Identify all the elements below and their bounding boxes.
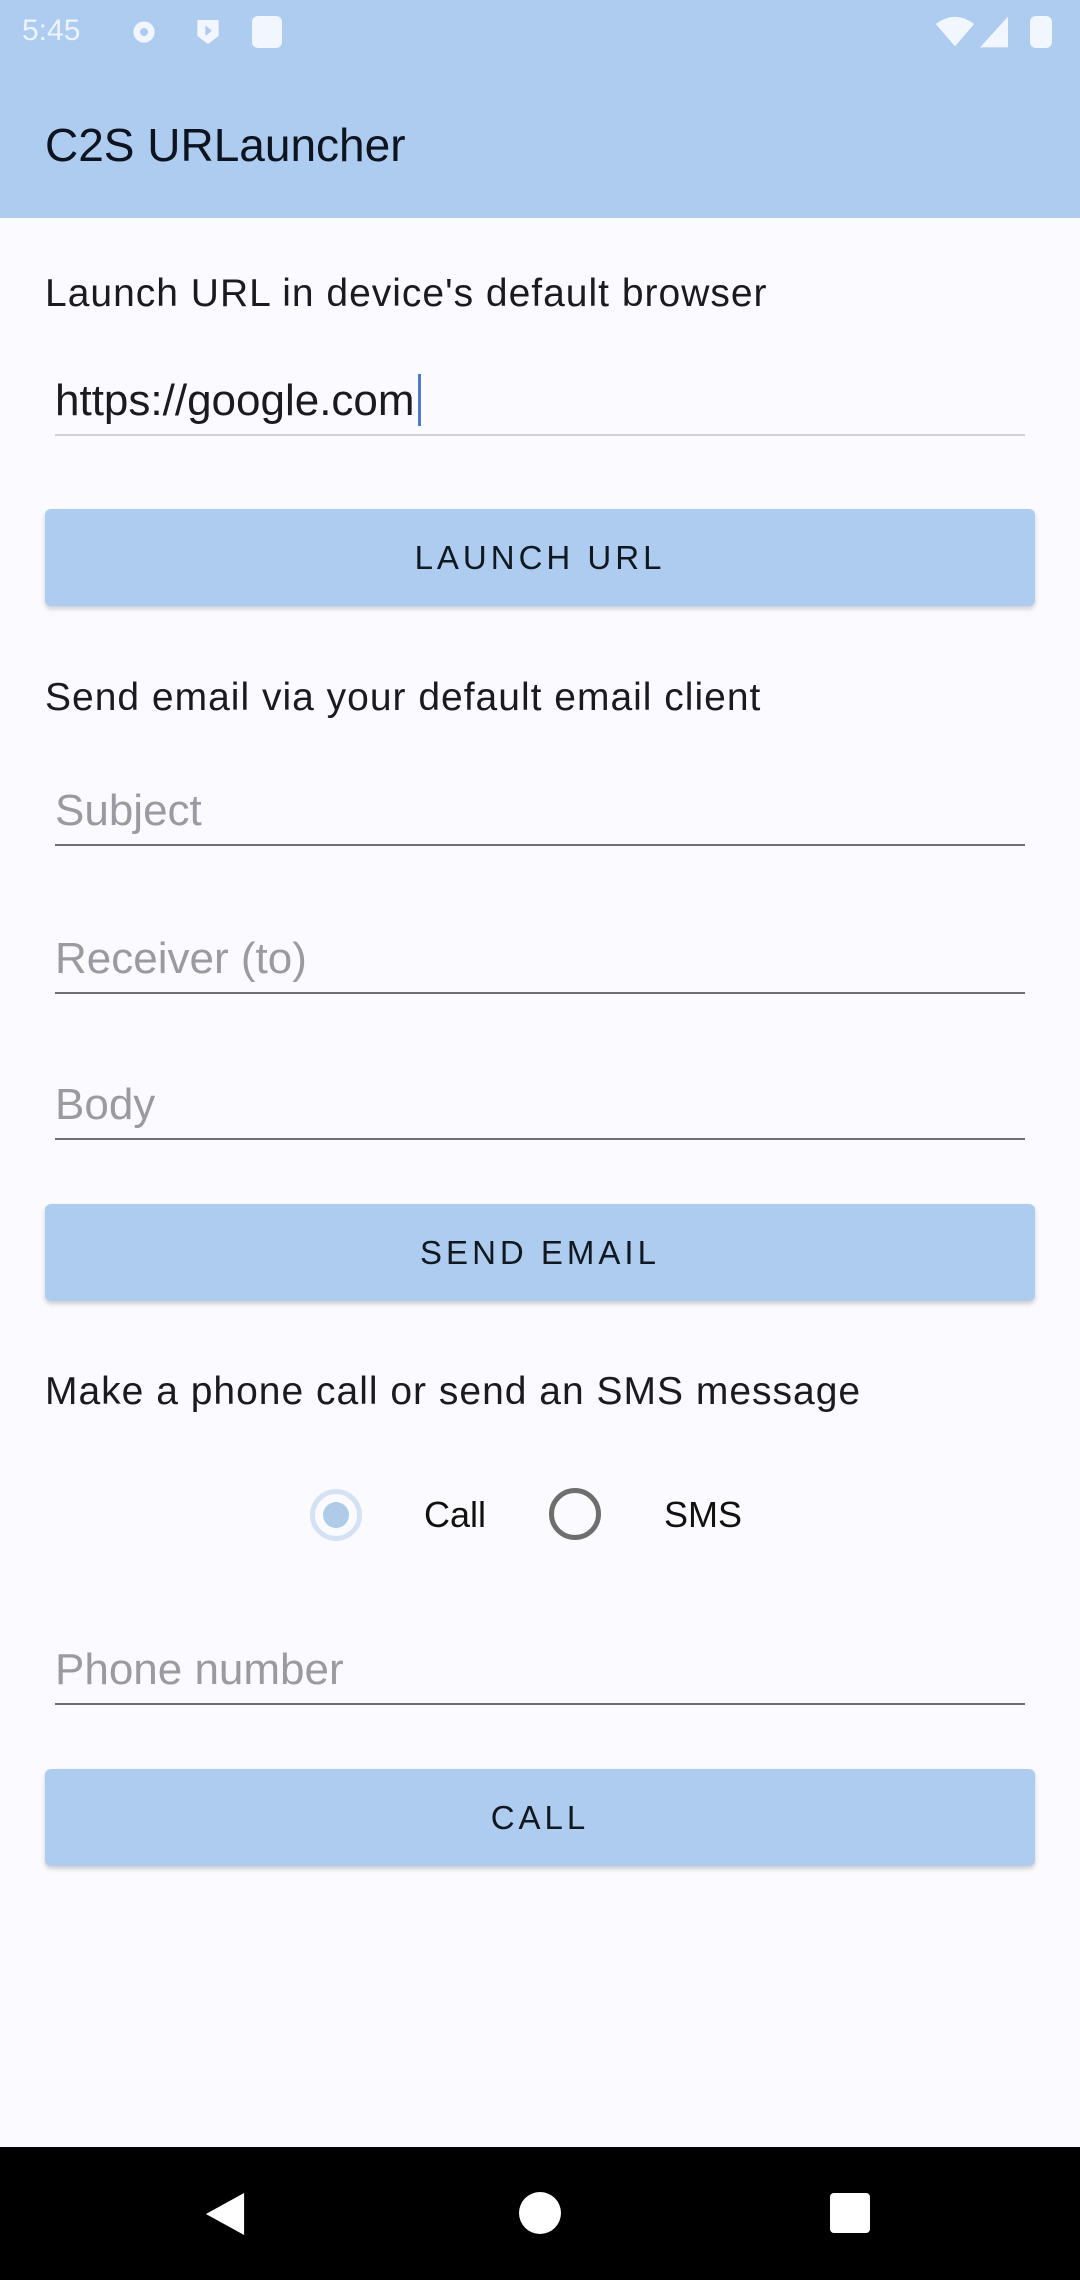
battery-icon [1030, 16, 1052, 48]
back-icon[interactable] [205, 2193, 245, 2235]
radio-selected-dot [323, 1502, 349, 1528]
navigation-bar [0, 2147, 1080, 2280]
url-section-label: Launch URL in device's default browser [45, 272, 768, 315]
status-bar: 5:45 [0, 0, 1080, 70]
play-icon [197, 20, 219, 44]
text-cursor [417, 374, 421, 426]
send-email-button[interactable]: SEND EMAIL [45, 1204, 1035, 1301]
sd-card-icon [252, 16, 282, 48]
sms-radio-label[interactable]: SMS [664, 1494, 742, 1536]
call-radio[interactable] [310, 1489, 362, 1541]
subject-input[interactable]: Subject [55, 786, 1025, 846]
home-icon[interactable] [519, 2192, 561, 2234]
url-input-value: https://google.com [55, 376, 415, 425]
recents-icon[interactable] [830, 2193, 870, 2233]
phone-number-input[interactable]: Phone number [55, 1645, 1025, 1705]
sms-radio[interactable] [549, 1488, 601, 1540]
signal-icon [980, 16, 1008, 48]
launch-url-button[interactable]: LAUNCH URL [45, 509, 1035, 606]
settings-icon [133, 21, 155, 43]
body-input[interactable]: Body [55, 1080, 1025, 1140]
status-time: 5:45 [22, 14, 81, 47]
phone-section-label: Make a phone call or send an SMS message [45, 1370, 862, 1413]
url-input[interactable]: https://google.com [55, 374, 1025, 436]
call-radio-label[interactable]: Call [424, 1494, 486, 1536]
email-section-label: Send email via your default email client [45, 676, 762, 719]
call-button[interactable]: CALL [45, 1769, 1035, 1866]
wifi-icon [935, 16, 975, 47]
receiver-input[interactable]: Receiver (to) [55, 934, 1025, 994]
app-title: C2S URLauncher [45, 119, 406, 171]
